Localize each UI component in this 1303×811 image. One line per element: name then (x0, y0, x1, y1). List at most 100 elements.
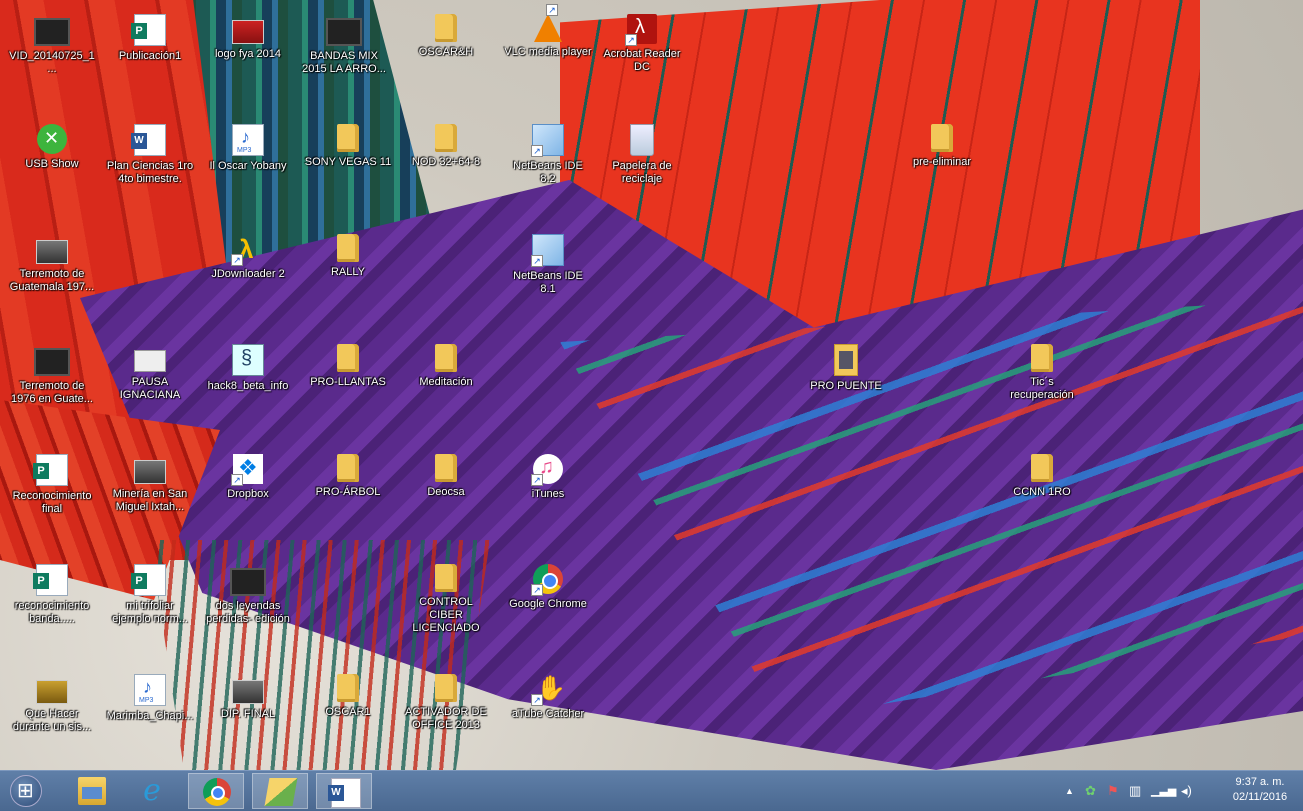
action-center-icon[interactable]: ⚑ (1107, 783, 1119, 799)
desktop-icon-acrobat-reader[interactable]: Acrobat Reader DC (596, 6, 688, 74)
desktop-icon-oscar1[interactable]: OSCAR1 (302, 666, 394, 719)
desktop-icon-terremoto-1976[interactable]: Terremoto de 1976 en Guate... (6, 336, 98, 406)
file-explorer-icon (78, 777, 106, 805)
show-hidden-icons-button[interactable]: ▲ (1065, 783, 1074, 799)
desktop-icon-dip-final[interactable]: DIP. FINAL (202, 666, 294, 721)
windows-start-icon[interactable] (10, 775, 42, 807)
folder-icon (337, 674, 359, 702)
desktop-icon-ccnn-1ro[interactable]: CCNN 1RO (996, 446, 1088, 499)
desktop-icon-label: ACTIVADOR DE OFFICE 2013 (405, 706, 487, 731)
desktop-icon-pro-arbol[interactable]: PRO-ÁRBOL (302, 446, 394, 499)
video-icon (326, 18, 362, 46)
taskbar-word-button[interactable] (316, 773, 372, 809)
desktop-icon-tics-recuperacion[interactable]: Tic´s recuperación (996, 336, 1088, 402)
desktop-icon-meditacion[interactable]: Meditación (400, 336, 492, 389)
desktop-icon-dos-leyendas[interactable]: dos leyendas perdidas- edición (202, 556, 294, 626)
desktop-icon-oscar-h[interactable]: OSCAR&H (400, 6, 492, 59)
publisher-icon (33, 454, 68, 486)
folder-icon (435, 454, 457, 482)
clock[interactable]: 9:37 a. m. 02/11/2016 (1223, 775, 1297, 805)
desktop-icon-mi-trifoliar[interactable]: mi trifoliar ejemplo norm... (104, 556, 196, 626)
desktop-icon-label: Publicación1 (118, 50, 182, 62)
mp3-icon (232, 124, 264, 156)
signal-icon[interactable]: ▁▃▅ (1151, 783, 1176, 799)
image-icon (36, 240, 68, 264)
desktop-icon-activador-office[interactable]: ACTIVADOR DE OFFICE 2013 (400, 666, 492, 732)
folder-image-icon (834, 344, 858, 376)
desktop-icon-recycle-bin[interactable]: Papelera de reciclaje (596, 116, 688, 186)
desktop-icon-deocsa[interactable]: Deocsa (400, 446, 492, 499)
desktop-icon-label: Marimba_Chapi... (106, 710, 194, 722)
taskbar-internet-explorer-button[interactable]: e (124, 773, 180, 809)
desktop-icon-plan-ciencias[interactable]: Plan Ciencias 1ro 4to bimestre. (104, 116, 196, 186)
publisher-icon (131, 564, 166, 596)
video-icon (34, 348, 70, 376)
desktop-icon-publicacion1[interactable]: Publicación1 (104, 6, 196, 63)
publisher-icon (131, 14, 166, 46)
desktop-icon-pausa-ignaciana[interactable]: PAUSA IGNACIANA (104, 336, 196, 402)
video-icon (36, 680, 68, 704)
desktop-icon-bandas-mix-2015[interactable]: BANDAS MIX 2015 LA ARRO... (298, 6, 390, 76)
vlc-icon (534, 4, 562, 42)
desktop-icon-label: mi trifoliar ejemplo norm... (112, 600, 188, 625)
desktop-icon-label: Reconocimiento final (12, 490, 92, 515)
desktop-icon-pro-puente[interactable]: PRO PUENTE (800, 336, 892, 393)
desktop-icon-il-oscar-yobany[interactable]: Il Oscar Yobany (202, 116, 294, 173)
itunes-icon (531, 454, 563, 486)
desktop-icon-control-ciber[interactable]: CONTROL CIBER LICENCIADO (400, 556, 492, 635)
chrome-icon (203, 778, 231, 806)
desktop-icon-terremoto-guatemala-197[interactable]: Terremoto de Guatemala 197... (6, 226, 98, 294)
netbeans-icon (531, 234, 564, 267)
image-icon (134, 460, 166, 484)
desktop-icon-que-hacer-sismo[interactable]: Que Hacer durante un sis... (6, 666, 98, 734)
desktop-icon-label: Papelera de reciclaje (612, 160, 672, 185)
desktop-icon-label: Plan Ciencias 1ro 4to bimestre. (106, 160, 194, 185)
desktop-icon-vid-20140725[interactable]: VID_20140725_1... (6, 6, 98, 76)
desktop-icon-google-chrome[interactable]: Google Chrome (502, 556, 594, 611)
usb-show-tray-icon[interactable]: ✿ (1085, 783, 1096, 799)
desktop-icon-label: NOD 32+64-8 (411, 156, 481, 168)
desktop-icon-label: USB Show (25, 158, 79, 170)
desktop-icon-atube-catcher[interactable]: aTube Catcher (502, 666, 594, 721)
clock-time: 9:37 a. m. (1235, 776, 1285, 788)
desktop-icon-nod32[interactable]: NOD 32+64-8 (400, 116, 492, 169)
desktop-icon-label: logo fya 2014 (214, 48, 282, 60)
desktop-icon-label: OSCAR&H (418, 46, 474, 58)
desktop-icon-label: VLC media player (504, 46, 592, 58)
folder-icon (435, 14, 457, 42)
folder-icon (1031, 454, 1053, 482)
desktop-icon-netbeans-8-1[interactable]: NetBeans IDE 8.1 (502, 226, 594, 296)
dropbox-icon (231, 454, 263, 486)
taskbar-file-explorer-button[interactable] (64, 773, 120, 809)
desktop-icon-vlc[interactable]: VLC media player (502, 4, 594, 59)
folder-icon (435, 344, 457, 372)
video-icon (230, 568, 266, 596)
folder-icon (337, 234, 359, 262)
desktop-icon-reconocimiento-banda[interactable]: reconocimiento banda..... (6, 556, 98, 626)
word-doc-icon (131, 124, 166, 156)
taskbar-folders-button[interactable] (252, 773, 308, 809)
desktop-icon-reconocimiento-final[interactable]: Reconocimiento final (6, 446, 98, 516)
desktop-icon-label: OSCAR1 (325, 706, 371, 718)
desktop-icon-logo-fya-2014[interactable]: logo fya 2014 (202, 6, 294, 61)
desktop-icon-mineria-san-miguel[interactable]: Minería en San Miguel Ixtah... (104, 446, 196, 514)
desktop-icon-label: reconocimiento banda..... (14, 600, 90, 625)
network-icon[interactable]: ▥ (1129, 783, 1141, 799)
acrobat-icon (625, 14, 657, 46)
volume-icon[interactable]: ◂) (1181, 783, 1192, 799)
desktop-icon-netbeans-8-2[interactable]: NetBeans IDE 8.2 (502, 116, 594, 186)
desktop-icon-label: CONTROL CIBER LICENCIADO (412, 596, 480, 634)
desktop-icon-pro-llantas[interactable]: PRO-LLANTAS (302, 336, 394, 389)
desktop-icon-usb-show[interactable]: USB Show (6, 116, 98, 171)
desktop-icon-itunes[interactable]: iTunes (502, 446, 594, 501)
desktop-icon-sony-vegas-11[interactable]: SONY VEGAS 11 (302, 116, 394, 169)
desktop-icon-dropbox[interactable]: Dropbox (202, 446, 294, 501)
system-tray: ▲ ✿ ⚑ ▥ ▁▃▅ ◂) 9:37 a. m. 02/11/2016 (1057, 771, 1297, 811)
usb-show-icon (37, 124, 67, 154)
desktop-icon-hack8-beta-info[interactable]: hack8_beta_info (202, 336, 294, 393)
desktop-icon-rally[interactable]: RALLY (302, 226, 394, 279)
desktop-icon-pre-eliminar[interactable]: pre-eliminar (896, 116, 988, 169)
desktop-icon-jdownloader-2[interactable]: JDownloader 2 (202, 226, 294, 281)
desktop-icon-marimba-chapi[interactable]: Marimba_Chapi... (104, 666, 196, 723)
taskbar-chrome-button[interactable] (188, 773, 244, 809)
